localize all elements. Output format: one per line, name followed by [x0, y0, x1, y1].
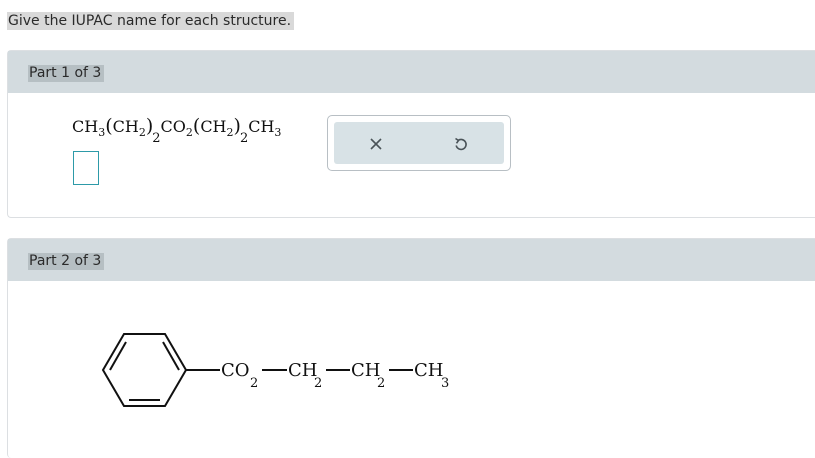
answer-tool-panel: [327, 115, 511, 171]
structure-drawing: CO 2 CH 2 CH 2 CH 3: [101, 333, 449, 407]
part-2-header: Part 2 of 3: [8, 239, 815, 281]
undo-icon: [455, 137, 467, 151]
answer-input[interactable]: [73, 151, 99, 185]
instruction-text: Give the IUPAC name for each structure.: [7, 12, 295, 30]
chain-sub: 2: [314, 376, 322, 391]
part-1-panel: Part 1 of 3 CH3(CH2)2CO2(CH2)2CH3: [7, 50, 815, 218]
formula-repeat-count: 2: [239, 131, 249, 146]
condensed-formula: CH3(CH2)2CO2(CH2)2CH3: [72, 115, 282, 146]
formula-group-co2: CO: [160, 117, 186, 136]
ester-chain: CO 2 CH 2 CH 2 CH 3: [186, 360, 449, 391]
chain-group-co: CO: [221, 360, 250, 381]
formula-sub: 2: [138, 126, 146, 139]
part-1-header: Part 1 of 3: [8, 51, 815, 93]
chain-group-ch3: CH: [414, 360, 443, 381]
part-1-label: Part 1 of 3: [28, 65, 105, 82]
x-icon: [370, 138, 382, 150]
formula-repeat-count: 2: [152, 131, 161, 146]
formula-group-ch3: CH: [248, 117, 275, 136]
part-2-label: Part 2 of 3: [28, 253, 105, 270]
undo-button[interactable]: [450, 133, 472, 155]
clear-button[interactable]: [365, 133, 387, 155]
part-2-panel: Part 2 of 3 CO 2 CH 2 CH 2 CH 3: [7, 238, 815, 458]
formula-group-ch2: CH: [112, 117, 139, 136]
answer-tool-bar: [334, 122, 504, 164]
formula-group-ch2: CH: [200, 117, 227, 136]
formula-sub: 2: [185, 126, 193, 139]
chain-sub: 3: [441, 376, 449, 391]
formula-sub: 2: [226, 126, 234, 139]
formula-sub: 3: [274, 126, 282, 139]
chain-sub: 2: [377, 376, 385, 391]
benzene-ring: [101, 333, 188, 407]
formula-group-ch3: CH: [72, 117, 99, 136]
chain-sub: 2: [250, 376, 258, 391]
